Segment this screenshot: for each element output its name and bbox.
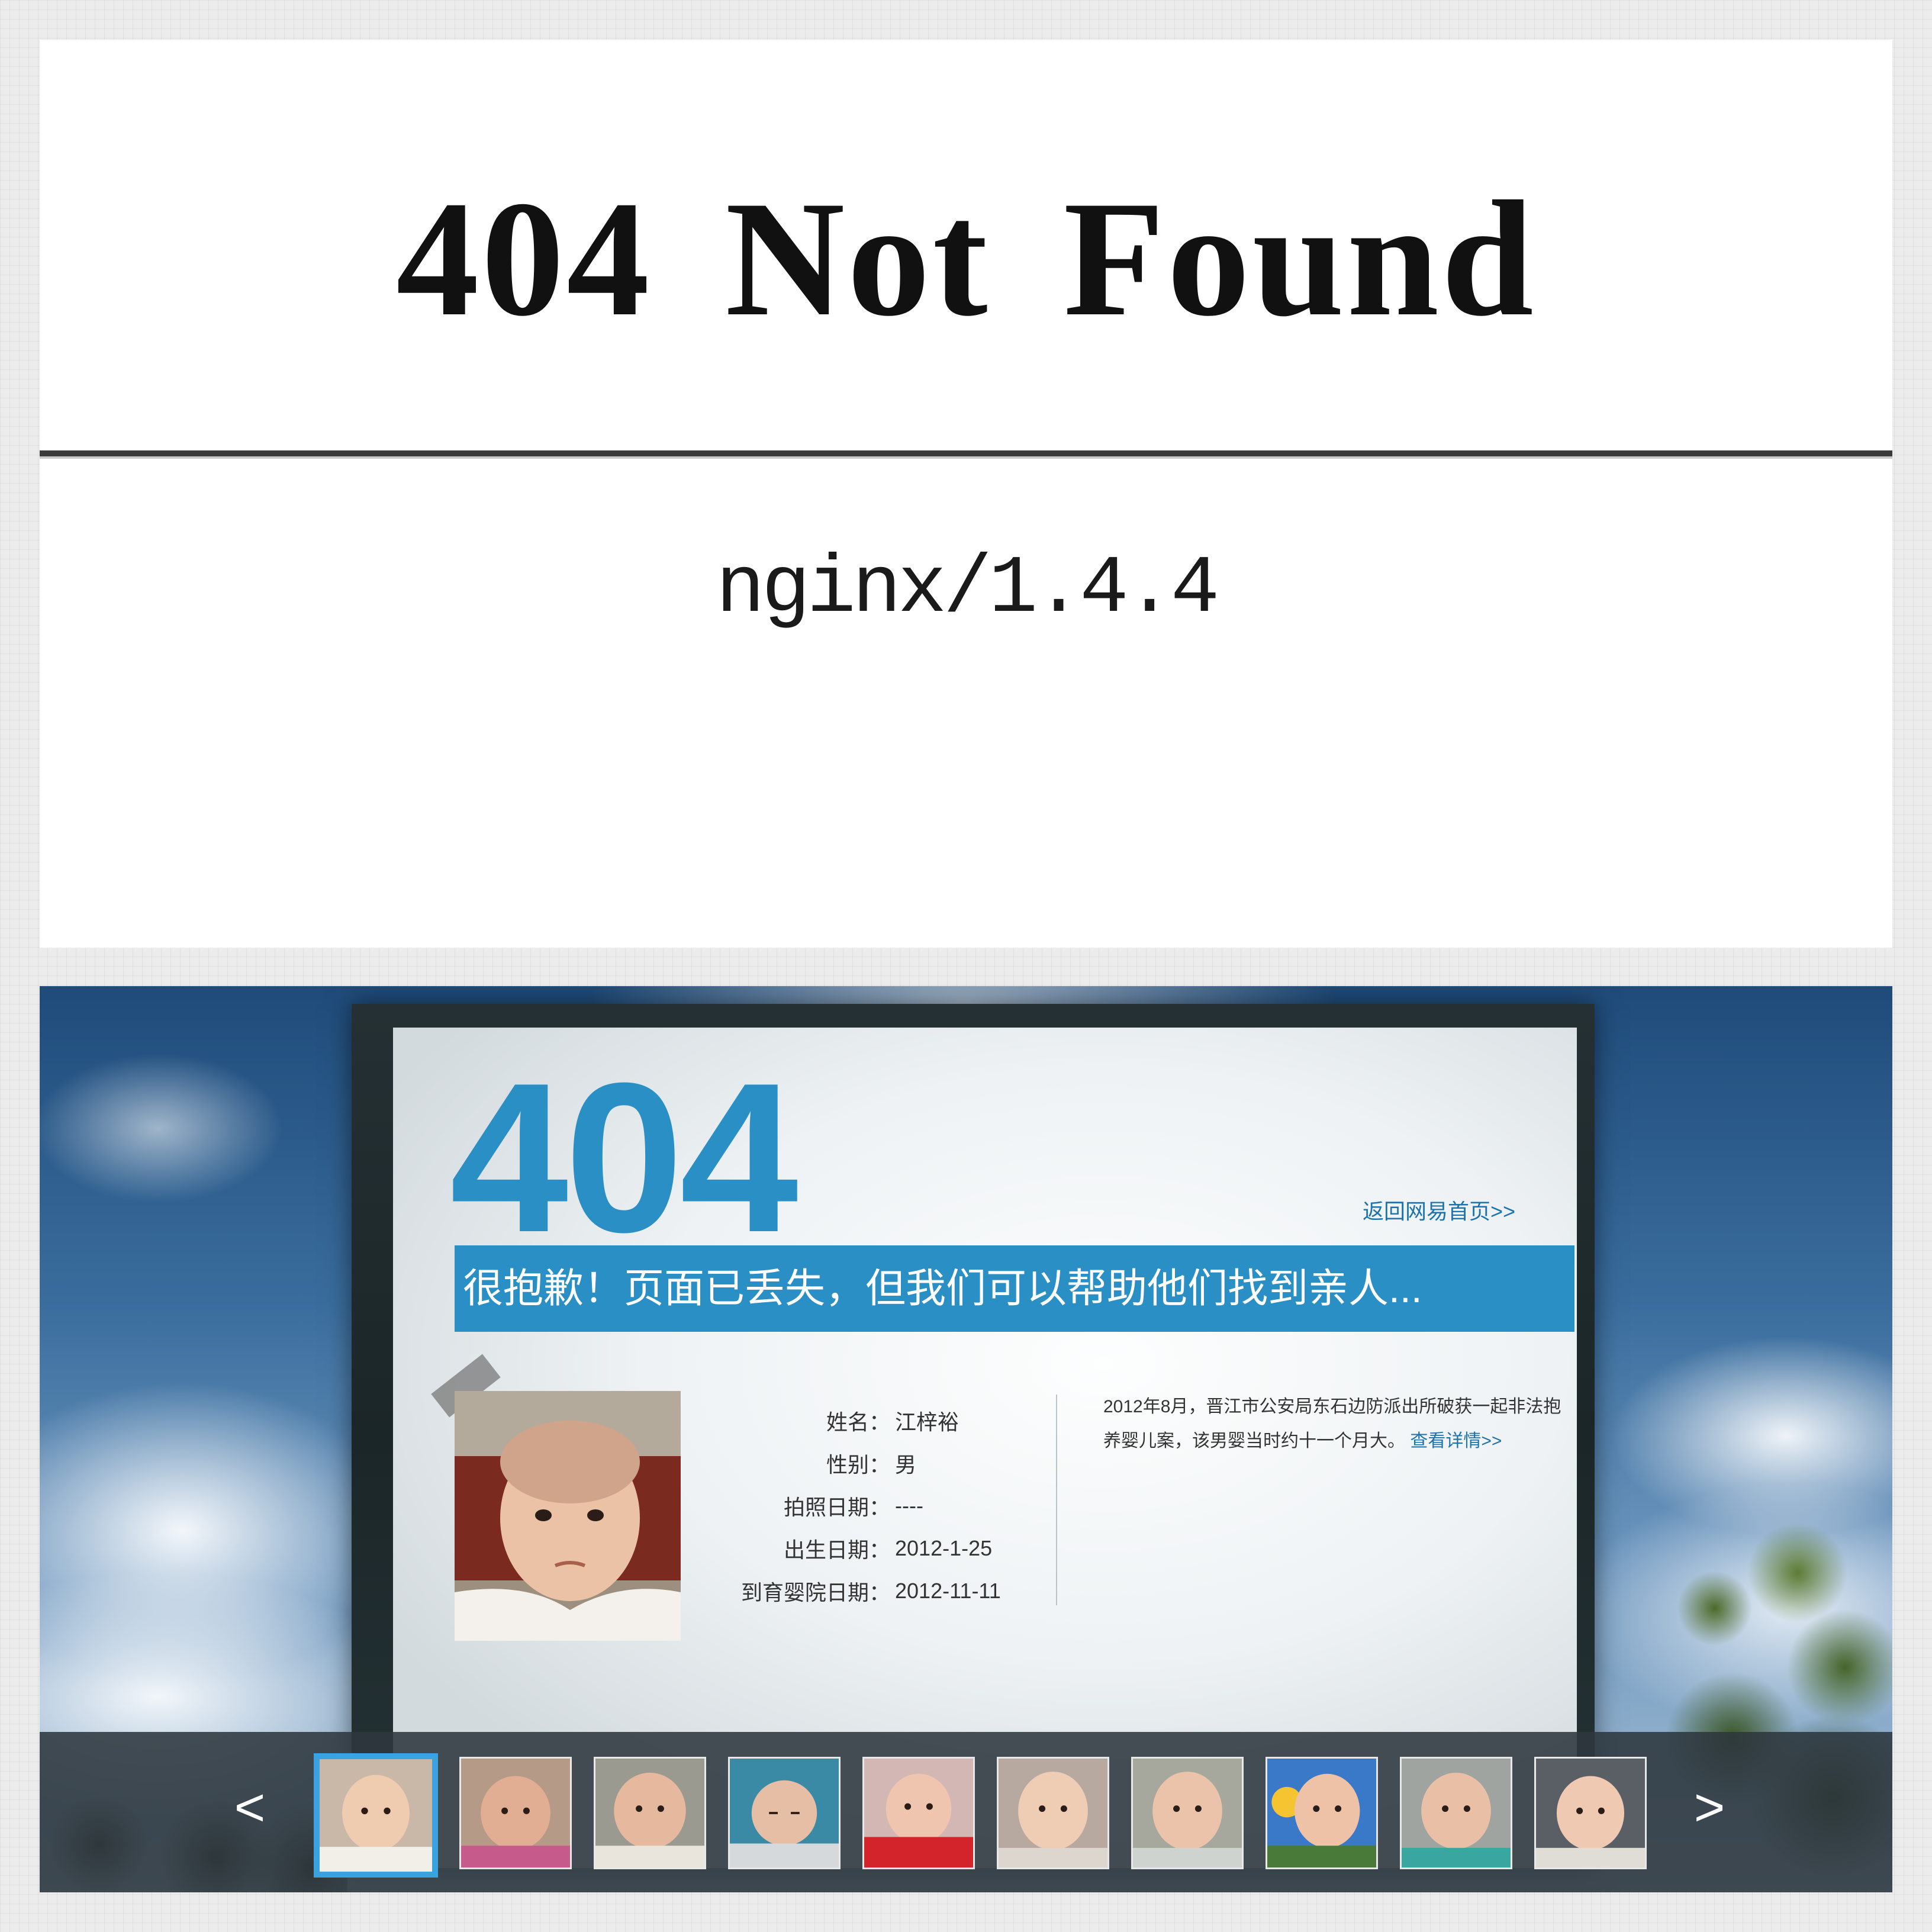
info-value: 男 (895, 1453, 917, 1477)
home-link[interactable]: 返回网易首页>> (1363, 1194, 1515, 1225)
thumbnail-2[interactable] (459, 1757, 572, 1869)
nginx-error-page: 404 Not Found nginx/1.4.4 (40, 40, 1892, 948)
server-signature: nginx/1.4.4 (716, 543, 1220, 636)
info-label: 姓名： (826, 1410, 890, 1434)
thumbnail-6[interactable] (997, 1757, 1109, 1869)
thumbnail-9[interactable] (1400, 1757, 1512, 1869)
thumbnail-3[interactable] (594, 1757, 706, 1869)
info-row-arrival-date: 到育婴院日期： 2012-11-11 (707, 1570, 1001, 1612)
info-row-name: 姓名： 江梓裕 (707, 1399, 1001, 1442)
info-label: 出生日期： (783, 1538, 890, 1562)
thumbnail-4[interactable] (728, 1757, 841, 1869)
thumbnail-5[interactable] (862, 1757, 975, 1869)
column-divider (1056, 1395, 1057, 1605)
apology-text: 很抱歉！页面已丢失，但我们可以帮助他们找到亲人... (463, 1266, 1422, 1311)
child-photo (455, 1391, 681, 1641)
info-value: 2012-11-11 (895, 1579, 1001, 1603)
apology-banner: 很抱歉！页面已丢失，但我们可以帮助他们找到亲人... (455, 1245, 1574, 1332)
error-code: 404 (450, 1039, 798, 1277)
info-label: 拍照日期： (783, 1495, 890, 1519)
info-row-gender: 性别： 男 (707, 1442, 1001, 1485)
prev-arrow-button[interactable]: < (223, 1778, 276, 1837)
horizontal-rule (40, 450, 1892, 459)
thumbnail-10[interactable] (1534, 1757, 1647, 1869)
info-row-photo-date: 拍照日期： ---- (707, 1485, 1001, 1527)
thumbnail-1[interactable] (314, 1753, 438, 1878)
info-value: ---- (895, 1493, 923, 1518)
netease-error-page: 404 返回网易首页>> 很抱歉！页面已丢失，但我们可以帮助他们找到亲人... … (40, 986, 1892, 1892)
thumbnail-8[interactable] (1266, 1757, 1378, 1869)
info-label: 到育婴院日期： (740, 1580, 890, 1605)
info-value: 江梓裕 (895, 1410, 959, 1434)
case-description: 2012年8月，晋江市公安局东石边防派出所破获一起非法抱养婴儿案，该男婴当时约十… (1103, 1390, 1565, 1458)
info-row-birth-date: 出生日期： 2012-1-25 (707, 1527, 1001, 1570)
child-info-table: 姓名： 江梓裕 性别： 男 拍照日期： ---- 出生日期： 2012-1-25… (707, 1399, 1001, 1612)
info-value: 2012-1-25 (895, 1536, 993, 1560)
error-title: 404 Not Found (396, 166, 1536, 350)
info-label: 性别： (826, 1453, 890, 1477)
next-arrow-button[interactable]: > (1683, 1778, 1736, 1837)
thumbnail-7[interactable] (1131, 1757, 1244, 1869)
thumbnail-carousel: < > (40, 1732, 1892, 1892)
details-link[interactable]: 查看详情>> (1410, 1431, 1502, 1451)
